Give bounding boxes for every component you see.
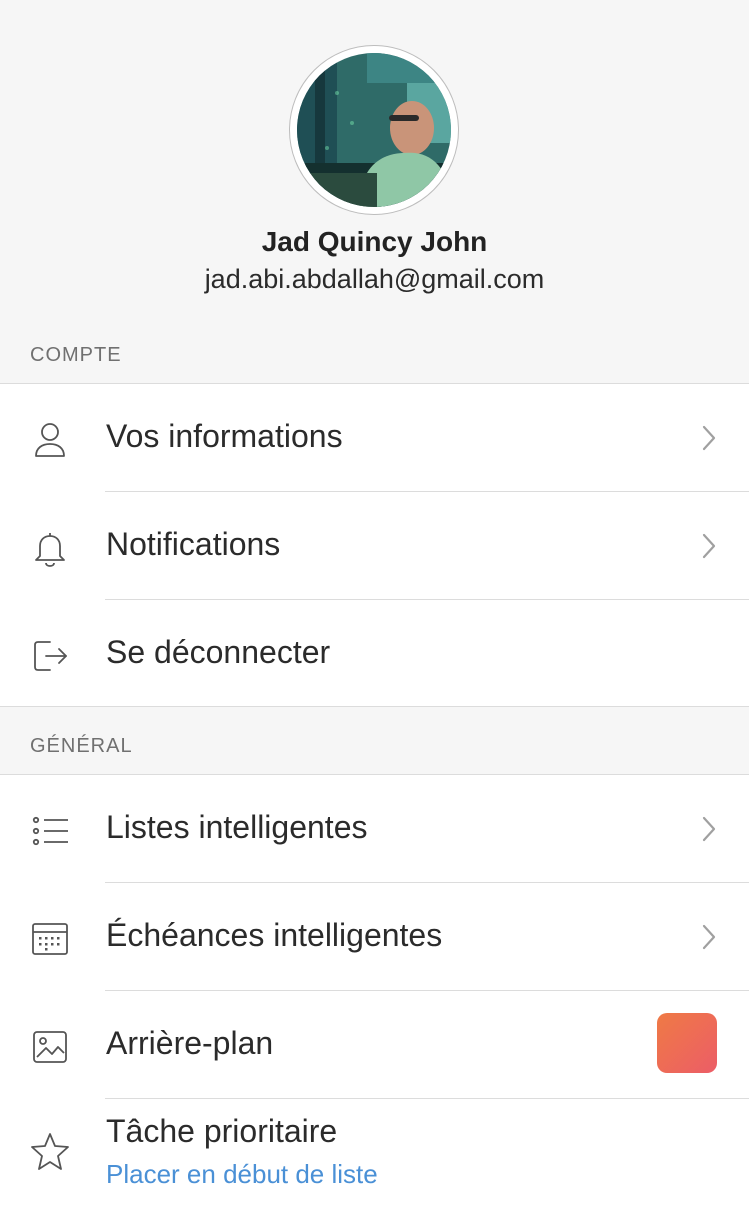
user-icon: [35, 423, 65, 457]
star-icon: [31, 1133, 69, 1170]
chevron-right-icon: [702, 533, 716, 559]
section-header-general: GÉNÉRAL: [0, 706, 749, 775]
menu-item-label: Vos informations: [106, 418, 343, 454]
menu-item-sublabel[interactable]: Placer en début de liste: [106, 1159, 378, 1190]
menu-item-label: Notifications: [106, 526, 281, 562]
profile-name: Jad Quincy John: [261, 226, 488, 257]
list-icon: [32, 816, 68, 846]
menu-item-se-deconnecter[interactable]: Se déconnecter: [0, 600, 749, 708]
section-header-compte: COMPTE: [0, 328, 749, 384]
background-color-swatch[interactable]: [657, 1013, 717, 1073]
profile-email: jad.abi.abdallah@gmail.com: [204, 264, 545, 294]
menu-item-arriere-plan[interactable]: Arrière-plan: [0, 991, 749, 1099]
logout-icon: [34, 641, 67, 671]
menu-item-label: Se déconnecter: [106, 634, 331, 670]
menu-item-label: Arrière-plan: [106, 1025, 274, 1061]
menu-item-label: Tâche prioritaire: [106, 1113, 338, 1149]
profile-header: Jad Quincy John jad.abi.abdallah@gmail.c…: [0, 0, 749, 328]
bell-icon: [35, 533, 65, 567]
menu-item-tache-prioritaire[interactable]: Tâche prioritaire Placer en début de lis…: [0, 1099, 749, 1205]
menu-item-label: Listes intelligentes: [106, 809, 368, 845]
image-icon: [33, 1031, 67, 1063]
chevron-right-icon: [702, 924, 716, 950]
calendar-icon: [32, 923, 68, 955]
menu-item-notifications[interactable]: Notifications: [0, 492, 749, 600]
section-title: GÉNÉRAL: [30, 735, 133, 757]
avatar[interactable]: [297, 53, 451, 207]
chevron-right-icon: [702, 816, 716, 842]
chevron-right-icon: [702, 425, 716, 451]
section-title: COMPTE: [30, 344, 122, 366]
menu-item-listes-intelligentes[interactable]: Listes intelligentes: [0, 775, 749, 883]
menu-item-echeances-intelligentes[interactable]: Échéances intelligentes: [0, 883, 749, 991]
menu-item-vos-informations[interactable]: Vos informations: [0, 384, 749, 492]
menu-item-label: Échéances intelligentes: [106, 917, 443, 953]
